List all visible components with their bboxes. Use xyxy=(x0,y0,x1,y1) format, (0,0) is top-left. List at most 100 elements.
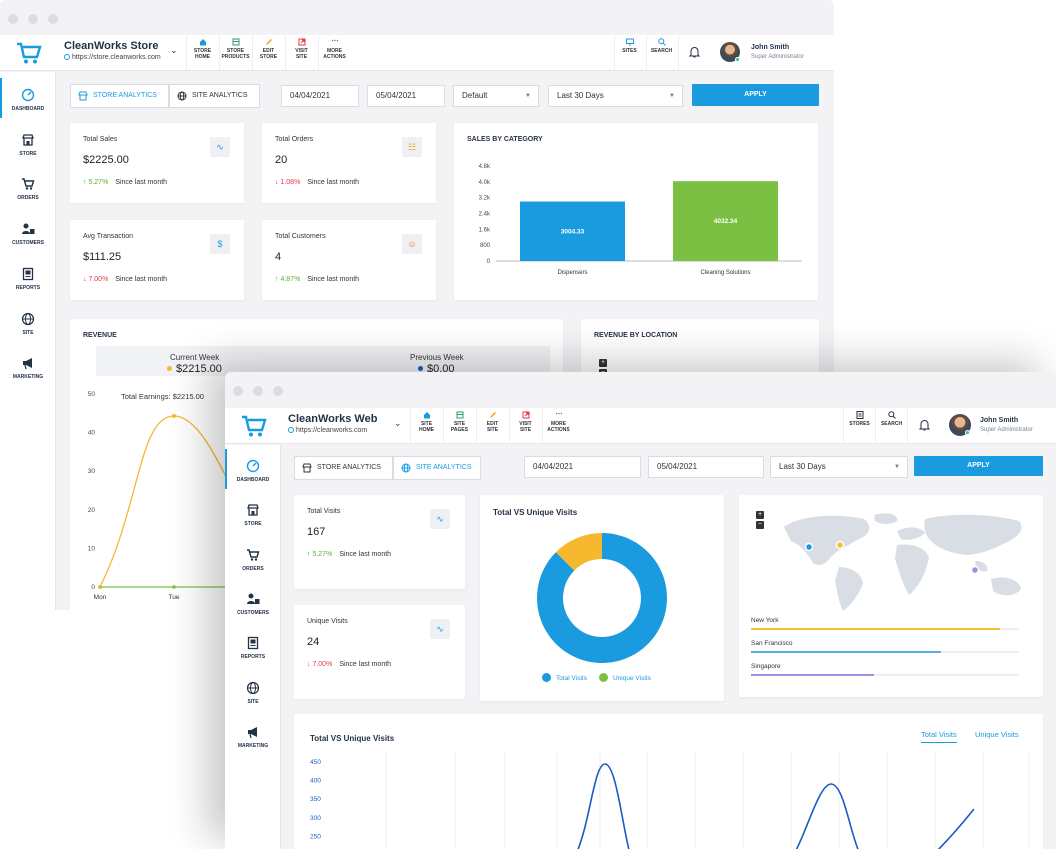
cart-logo-icon[interactable] xyxy=(241,414,267,438)
sidebar-item-site[interactable]: SITE xyxy=(225,681,281,705)
kpi-value: 24 xyxy=(307,636,320,648)
sidebar-item-reports[interactable]: REPORTS xyxy=(225,636,281,660)
location-name: New York xyxy=(751,617,779,624)
chevron-down-icon[interactable]: ⌄ xyxy=(394,418,402,429)
app-header: CleanWorks Store https://store.cleanwork… xyxy=(0,35,834,71)
notifications-button[interactable] xyxy=(907,408,941,444)
legend-unique-visits[interactable]: Unique Visits xyxy=(599,673,651,682)
window-close-dot[interactable] xyxy=(233,386,243,396)
site-dashboard-window: CleanWorks Web https://cleanworks.com ⌄ … xyxy=(225,372,1056,849)
kpi-card-avg-transaction: Avg Transaction $111.25 ↓ 7.00% Since last … xyxy=(70,220,244,300)
apply-button[interactable]: APPLY xyxy=(692,84,819,106)
toolbar-store-products-button[interactable]: STORE PRODUCTS xyxy=(219,35,251,71)
toolbar-edit-site-button[interactable]: EDIT SITE xyxy=(476,408,508,444)
revenue-by-location-title: REVENUE BY LOCATION xyxy=(594,332,678,339)
kpi-change-percent: 1.08% xyxy=(280,179,301,186)
sidebar-item-orders[interactable]: ORDERS xyxy=(225,548,281,572)
tab-store-analytics[interactable]: STORE ANALYTICS xyxy=(294,456,393,480)
sidebar-item-label: STORE xyxy=(19,150,37,157)
sidebar-item-customers[interactable]: CUSTOMERS xyxy=(225,592,281,616)
app-url[interactable]: https://store.cleanworks.com xyxy=(64,54,161,61)
sidebar-item-dashboard[interactable]: DASHBOARD xyxy=(0,78,56,118)
legend-total-visits[interactable]: Total Visits xyxy=(542,673,587,682)
toolbar-label-line2: SITE xyxy=(295,54,308,60)
monitor-icon xyxy=(625,38,634,46)
tab-site-analytics[interactable]: SITE ANALYTICS xyxy=(169,84,260,108)
stores-icon xyxy=(856,411,863,419)
sites-button[interactable]: SITES xyxy=(614,35,644,71)
sidebar-item-store[interactable]: STORE xyxy=(225,503,281,527)
pulse-icon: ∿ xyxy=(430,619,450,639)
visits-line-chart: 450 400 350 300 250 xyxy=(310,752,1030,849)
range-select[interactable]: Last 30 Days ▼ xyxy=(548,85,683,107)
sidebar-item-orders[interactable]: ORDERS xyxy=(0,177,56,201)
window-maximize-dot[interactable] xyxy=(48,14,58,24)
pages-icon xyxy=(456,411,463,419)
toolbar-label-line2: SITE xyxy=(486,427,499,433)
globe-icon xyxy=(246,681,260,694)
reports-icon xyxy=(247,637,259,650)
window-minimize-dot[interactable] xyxy=(28,14,38,24)
total-visits-line xyxy=(937,808,975,849)
apply-button[interactable]: APPLY xyxy=(914,456,1043,476)
toolbar-label-line2: ACTIONS xyxy=(323,54,346,60)
data-point[interactable] xyxy=(172,585,176,589)
toolbar-more-actions-button[interactable]: ⋯ MORE ACTIONS xyxy=(318,35,350,71)
sidebar-item-marketing[interactable]: MARKETING xyxy=(0,356,56,380)
window-maximize-dot[interactable] xyxy=(273,386,283,396)
app-url[interactable]: https://cleanworks.com xyxy=(288,427,367,434)
window-minimize-dot[interactable] xyxy=(253,386,263,396)
notifications-button[interactable] xyxy=(678,35,710,71)
sidebar-item-reports[interactable]: REPORTS xyxy=(0,267,56,291)
sidebar-item-marketing[interactable]: MARKETING xyxy=(225,725,281,749)
map-zoom-in-button[interactable]: + xyxy=(599,359,607,367)
map-zoom-out-button[interactable]: − xyxy=(756,521,764,529)
toolbar-edit-store-button[interactable]: EDIT STORE xyxy=(252,35,284,71)
date-from-input[interactable]: 04/04/2021 xyxy=(524,456,641,478)
customers-icon xyxy=(22,223,35,235)
toolbar-site-pages-button[interactable]: SITE PAGES xyxy=(443,408,475,444)
y-tick-label: 3.2k xyxy=(479,196,491,202)
kpi-change-percent: 5.27% xyxy=(88,179,109,186)
location-progress-fill xyxy=(751,651,942,653)
toolbar-label-line2: ACTIONS xyxy=(547,427,570,433)
kpi-since-text: Since last month xyxy=(339,551,392,558)
megaphone-icon xyxy=(23,358,32,370)
date-to-input[interactable]: 05/04/2021 xyxy=(367,85,445,107)
toolbar-visit-site-button[interactable]: VISIT SITE xyxy=(509,408,541,444)
cart-logo-icon[interactable] xyxy=(16,41,42,65)
compare-select-value: Default xyxy=(462,91,488,100)
data-point[interactable] xyxy=(172,414,176,419)
dropdown-arrow-icon: ▼ xyxy=(894,464,900,470)
compare-select[interactable]: Default ▼ xyxy=(453,85,539,107)
sidebar-item-customers[interactable]: CUSTOMERS xyxy=(0,222,56,246)
sidebar-item-label: MARKETING xyxy=(12,374,44,381)
sidebar-item-label: SITE xyxy=(22,329,34,336)
sidebar-item-label: SITE xyxy=(247,698,259,705)
visits-line-card: Total VS Unique Visits Total Visits Uniq… xyxy=(294,714,1043,849)
range-select[interactable]: Last 30 Days ▼ xyxy=(770,456,908,478)
window-close-dot[interactable] xyxy=(8,14,18,24)
map-zoom-in-button[interactable]: + xyxy=(756,511,764,519)
kpi-since-text: Since last month xyxy=(115,276,168,283)
toolbar-site-home-button[interactable]: SITE HOME xyxy=(410,408,442,444)
search-button[interactable]: SEARCH xyxy=(646,35,676,71)
kpi-card-total-visits: Total Visits 167 ↑ 5.27% Since last month ∿ xyxy=(294,495,465,589)
toolbar-store-home-button[interactable]: STORE HOME xyxy=(186,35,218,71)
x-tick-label: Dispensers xyxy=(557,270,587,276)
toolbar-more-actions-button[interactable]: ⋯ MORE ACTIONS xyxy=(542,408,574,444)
date-from-input[interactable]: 04/04/2021 xyxy=(281,85,359,107)
tab-store-analytics[interactable]: STORE ANALYTICS xyxy=(70,84,169,108)
search-button[interactable]: SEARCH xyxy=(875,408,907,444)
sidebar-item-store[interactable]: STORE xyxy=(0,133,56,157)
stores-button[interactable]: STORES xyxy=(843,408,875,444)
sidebar-item-site[interactable]: SITE xyxy=(0,312,56,336)
globe-icon xyxy=(64,54,70,60)
svg-text:⋯: ⋯ xyxy=(331,38,338,45)
kpi-since-text: Since last month xyxy=(115,179,168,186)
toolbar-visit-site-button[interactable]: VISIT SITE xyxy=(285,35,317,71)
tab-site-analytics[interactable]: SITE ANALYTICS xyxy=(393,456,481,480)
date-to-input[interactable]: 05/04/2021 xyxy=(648,456,764,478)
chevron-down-icon[interactable]: ⌄ xyxy=(170,45,178,56)
sidebar-item-dashboard[interactable]: DASHBOARD xyxy=(225,449,281,489)
